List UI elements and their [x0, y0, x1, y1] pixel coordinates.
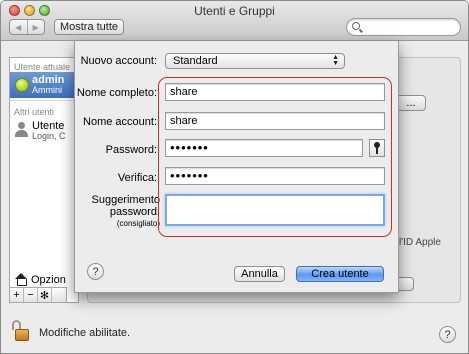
user-silhouette-icon	[15, 122, 28, 137]
hint-label-line2: password:	[109, 206, 160, 218]
key-icon	[374, 142, 380, 154]
back-forward-control[interactable]: ◀ ▶	[9, 19, 45, 35]
background-action-button[interactable]: ...	[396, 95, 426, 111]
titlebar: Utenti e Gruppi ◀ ▶ Mostra tutte	[1, 1, 468, 41]
add-user-button[interactable]: +	[10, 288, 24, 302]
account-name-label: Nome account:	[83, 116, 157, 128]
new-account-sheet: Nuovo account: Standard ▲ ▼ Nome completo…	[74, 41, 399, 293]
other-users-header: Altri utenti	[10, 100, 78, 118]
apple-id-text: l'ID Apple	[399, 237, 441, 248]
password-label: Password:	[105, 144, 157, 156]
login-options-item[interactable]: Opzion	[14, 273, 66, 286]
account-type-value: Standard	[173, 55, 218, 67]
search-icon	[352, 22, 360, 30]
remove-user-button[interactable]: −	[24, 288, 38, 302]
popup-arrows-icon: ▲ ▼	[332, 54, 339, 67]
verify-password-field[interactable]: •••••••	[165, 167, 385, 185]
sidebar-item-admin[interactable]: admin Ammini	[10, 72, 78, 98]
unlocked-padlock-icon[interactable]	[12, 320, 29, 342]
hint-label-line1: Suggerimento	[91, 194, 161, 206]
create-user-button[interactable]: Crea utente	[296, 266, 384, 282]
full-name-label: Nome completo:	[76, 87, 157, 99]
hint-label: Suggerimento password: (consigliato)	[83, 194, 161, 230]
gear-icon[interactable]: ✻	[38, 288, 52, 302]
sidebar-button-bar: + − ✻	[9, 287, 67, 303]
house-icon	[14, 273, 28, 286]
show-all-button[interactable]: Mostra tutte	[54, 19, 124, 35]
tennis-ball-avatar-icon	[15, 78, 29, 92]
new-account-label: Nuovo account:	[80, 55, 157, 67]
back-arrow-icon[interactable]: ◀	[10, 20, 27, 34]
footer-bar: Modifiche abilitate. ?	[1, 309, 468, 353]
users-groups-window: Utenti e Gruppi ◀ ▶ Mostra tutte Utente …	[0, 0, 469, 354]
users-sidebar: Utente attuale admin Ammini Altri utenti…	[9, 57, 79, 303]
window-title: Utenti e Gruppi	[194, 4, 275, 18]
login-options-label: Opzion	[31, 273, 66, 286]
verify-label: Verifica:	[117, 172, 157, 184]
forward-arrow-icon[interactable]: ▶	[26, 20, 45, 34]
password-field[interactable]: •••••••	[165, 139, 363, 157]
cancel-button[interactable]: Annulla	[234, 266, 285, 282]
help-button[interactable]: ?	[439, 326, 456, 343]
other-user-sub: Login, C	[32, 131, 66, 141]
current-user-header: Utente attuale	[14, 62, 71, 72]
account-type-popup[interactable]: Standard ▲ ▼	[165, 53, 345, 69]
sidebar-item-other-user[interactable]: Utente Login, C	[10, 118, 78, 144]
hint-label-optional: (consigliato)	[116, 219, 160, 228]
password-assistant-button[interactable]	[369, 139, 385, 157]
current-user-role: Ammini	[32, 85, 63, 95]
search-input[interactable]	[346, 18, 461, 36]
full-name-field[interactable]	[165, 83, 385, 101]
password-hint-field[interactable]	[165, 194, 385, 226]
sheet-help-button[interactable]: ?	[87, 263, 104, 280]
account-name-field[interactable]	[165, 112, 385, 130]
lock-status-label: Modifiche abilitate.	[39, 327, 131, 339]
